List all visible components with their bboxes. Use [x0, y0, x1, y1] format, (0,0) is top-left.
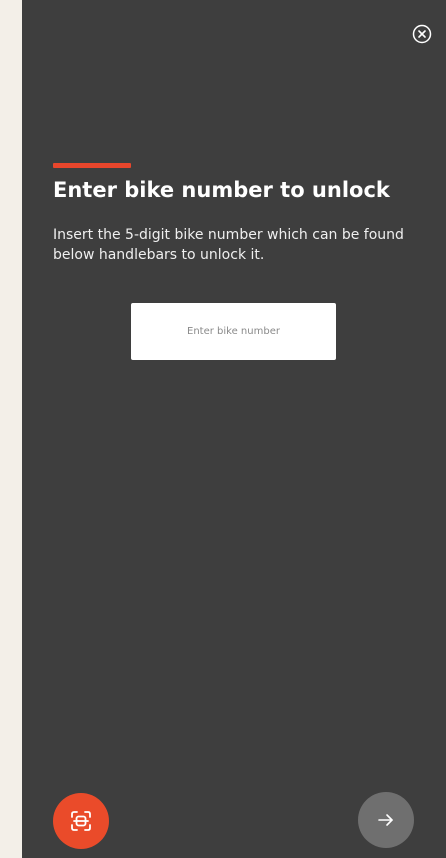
arrow-right-icon: [378, 814, 393, 826]
instructions-text: Insert the 5-digit bike number which can…: [53, 227, 404, 263]
scan-qr-button[interactable]: [53, 793, 109, 849]
close-button[interactable]: [412, 24, 432, 44]
page-title: Enter bike number to unlock: [53, 178, 390, 202]
bike-number-input[interactable]: [131, 303, 336, 360]
page-background: Enter bike number to unlock Insert the 5…: [0, 0, 446, 858]
next-button[interactable]: [358, 792, 414, 848]
unlock-screen: Enter bike number to unlock Insert the 5…: [22, 0, 446, 858]
close-circle-icon: [412, 24, 432, 44]
qr-scan-icon: [71, 811, 91, 831]
title-accent-bar: [53, 163, 131, 168]
